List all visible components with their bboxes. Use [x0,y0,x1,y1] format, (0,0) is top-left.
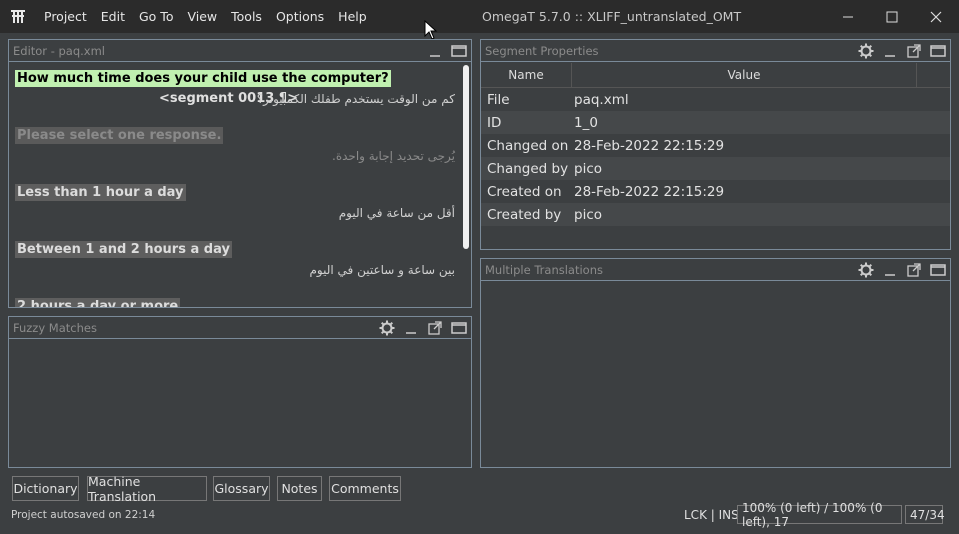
segment-position-status[interactable]: 47/34 [905,505,945,524]
table-row[interactable]: Changed by pico [481,157,950,180]
segment-source[interactable]: Between 1 and 2 hours a day [15,241,232,258]
segment-source[interactable]: Please select one response. [15,127,224,144]
column-value-header[interactable]: Value [572,63,917,87]
edit-mode-status: LCK | INS [684,507,739,522]
segment-target[interactable]: يُرجى تحديد إجابة واحدة. [332,149,455,163]
segment-target[interactable]: أقل من ساعة في اليوم [339,206,455,220]
maximize-panel-icon[interactable] [930,262,946,278]
fuzzy-title: Fuzzy Matches [13,320,97,335]
editor-content[interactable]: How much time does your child use the co… [9,63,471,307]
undock-icon[interactable] [906,43,922,59]
segment-properties-panel: Segment Properties Name Value File paq.x… [480,39,951,250]
menu-goto[interactable]: Go To [132,0,180,33]
property-name: Created by [487,206,562,223]
multi-header: Multiple Translations [481,259,950,281]
table-row[interactable]: ID 1_0 [481,111,950,134]
property-name: Changed on [487,137,569,154]
gear-icon[interactable] [858,43,874,59]
undock-icon[interactable] [906,262,922,278]
column-name-header[interactable]: Name [481,63,572,87]
property-name: ID [487,114,502,131]
editor-scrollbar[interactable] [463,65,469,249]
tab-dictionary[interactable]: Dictionary [12,476,79,501]
property-value: 28-Feb-2022 22:15:29 [574,183,725,200]
maximize-panel-icon[interactable] [930,43,946,59]
segment-target[interactable]: بين ساعة و ساعتين في اليوم [310,263,456,277]
tab-machine-translation[interactable]: Machine Translation [87,474,207,504]
undock-icon[interactable] [427,320,443,336]
progress-status[interactable]: 100% (0 left) / 100% (0 left), 17 [737,501,902,529]
property-name: Changed by [487,160,569,177]
editor-header: Editor - paq.xml [9,40,471,62]
minimize-panel-icon[interactable] [882,262,898,278]
property-name: Created on [487,183,562,200]
props-table-header: Name Value [481,63,950,88]
property-value: pico [574,160,603,177]
menu-view[interactable]: View [180,0,224,33]
close-button[interactable] [914,0,958,33]
gear-icon[interactable] [858,262,874,278]
property-value: 1_0 [574,114,598,131]
table-row[interactable]: Created by pico [481,203,950,226]
editor-panel: Editor - paq.xml How much time does your… [8,39,472,308]
minimize-button[interactable] [826,0,870,33]
editor-title: Editor - paq.xml [13,43,105,58]
segment-source[interactable]: Less than 1 hour a day [15,184,186,201]
props-header: Segment Properties [481,40,950,62]
table-row[interactable]: Created on 28-Feb-2022 22:15:29 [481,180,950,203]
maximize-panel-icon[interactable] [451,43,467,59]
menu-help[interactable]: Help [331,0,374,33]
omegat-logo-icon [7,6,29,28]
fuzzy-header: Fuzzy Matches [9,317,471,339]
tab-notes[interactable]: Notes [277,476,322,501]
multiple-translations-panel: Multiple Translations [480,258,951,468]
mouse-cursor-icon [424,20,438,40]
autosave-status: Project autosaved on 22:14 [11,509,156,521]
maximize-button[interactable] [870,0,914,33]
gear-icon[interactable] [379,320,395,336]
table-row[interactable]: Changed on 28-Feb-2022 22:15:29 [481,134,950,157]
table-row[interactable]: File paq.xml [481,88,950,111]
minimize-panel-icon[interactable] [403,320,419,336]
menu-tools[interactable]: Tools [224,0,269,33]
property-name: File [487,91,510,108]
segment-source[interactable]: 2 hours a day or more [15,298,181,307]
tab-comments[interactable]: Comments [329,476,401,501]
property-value: pico [574,206,603,223]
fuzzy-matches-panel: Fuzzy Matches [8,316,472,468]
minimize-panel-icon[interactable] [882,43,898,59]
multi-title: Multiple Translations [485,262,603,277]
menu-options[interactable]: Options [269,0,331,33]
maximize-panel-icon[interactable] [451,320,467,336]
tab-glossary[interactable]: Glossary [213,476,270,501]
window-title: OmegaT 5.7.0 :: XLIFF_untranslated_OMT [482,9,742,24]
minimize-panel-icon[interactable] [427,43,443,59]
menu-project[interactable]: Project [37,0,94,33]
segment-source-active[interactable]: How much time does your child use the co… [15,70,391,87]
menu-edit[interactable]: Edit [94,0,132,33]
segment-target-active[interactable]: كم من الوقت يستخدم طفلك الكمبيوتر؟ [257,92,455,106]
property-value: 28-Feb-2022 22:15:29 [574,137,725,154]
property-value: paq.xml [574,91,629,108]
title-bar: Project Edit Go To View Tools Options He… [0,0,959,33]
props-title: Segment Properties [485,43,599,58]
